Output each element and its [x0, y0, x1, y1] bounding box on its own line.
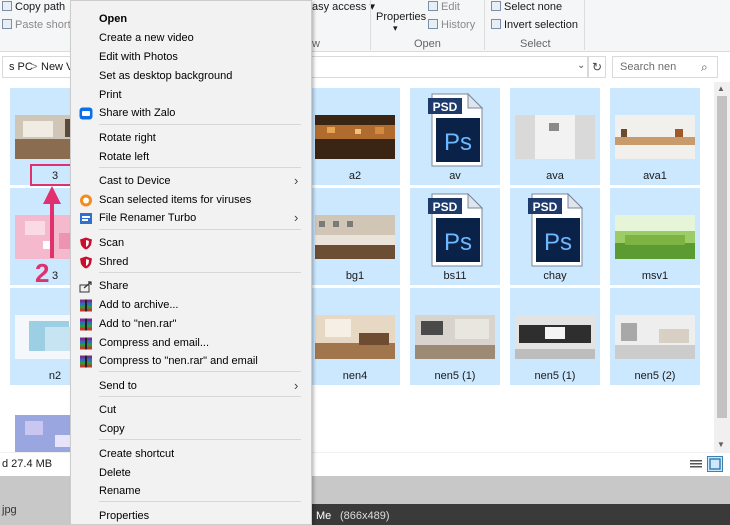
menu-item-open[interactable]: Open: [72, 10, 311, 29]
menu-separator: [99, 439, 301, 440]
menu-item-label: Rotate left: [99, 151, 150, 163]
submenu-chevron-icon: ›: [294, 173, 299, 188]
menu-item-rotate-right[interactable]: Rotate right: [72, 129, 311, 148]
menu-item-label: Open: [99, 13, 128, 25]
menu-item-label: Compress and email...: [99, 337, 210, 349]
menu-separator: [99, 371, 301, 372]
menu-item-create-a-new-video[interactable]: Create a new video: [72, 29, 311, 48]
menu-item-share-with-zalo[interactable]: Share with Zalo: [72, 104, 311, 123]
menu-item-label: Cast to Device: [99, 175, 171, 187]
winrar-icon: [80, 355, 92, 368]
menu-item-share[interactable]: Share: [72, 277, 311, 296]
menu-item-rotate-left[interactable]: Rotate left: [72, 148, 311, 167]
menu-item-label: Add to archive...: [99, 299, 179, 311]
menu-item-label: Properties: [99, 510, 150, 522]
menu-item-label: Scan selected items for viruses: [99, 194, 252, 206]
menu-separator: [99, 501, 301, 502]
shield-icon: [80, 256, 92, 269]
menu-item-label: Rename: [99, 485, 141, 497]
menu-item-label: Share with Zalo: [99, 107, 176, 119]
menu-separator: [99, 272, 301, 273]
menu-separator: [99, 396, 301, 397]
menu-item-edit-with-photos[interactable]: Edit with Photos: [72, 48, 311, 67]
menu-item-properties[interactable]: Properties: [72, 507, 311, 525]
menu-item-delete[interactable]: Delete: [72, 464, 311, 483]
menu-item-label: Create shortcut: [99, 448, 175, 460]
menu-item-label: Delete: [99, 467, 131, 479]
menu-item-cast-to-device[interactable]: Cast to Device ›: [72, 172, 311, 191]
menu-item-label: Share: [99, 280, 129, 292]
antivirus-icon: [80, 194, 92, 207]
menu-item-label: Rotate right: [99, 132, 156, 144]
menu-item-rename[interactable]: Rename: [72, 482, 311, 501]
menu-item-label: Create a new video: [99, 32, 194, 44]
menu-item-label: Send to: [99, 380, 137, 392]
menu-item-create-shortcut[interactable]: Create shortcut: [72, 445, 311, 464]
menu-item-cut[interactable]: Cut: [72, 401, 311, 420]
menu-item-shred[interactable]: Shred: [72, 253, 311, 272]
shield-icon: [80, 237, 92, 250]
annotation-arrowhead-2: [43, 186, 61, 204]
submenu-chevron-icon: ›: [294, 210, 299, 225]
menu-item-label: Print: [99, 89, 122, 101]
menu-item-scan[interactable]: Scan: [72, 234, 311, 253]
winrar-icon: [80, 318, 92, 331]
menu-item-compress-to-nen-rar-and-email[interactable]: Compress to "nen.rar" and email: [72, 352, 311, 371]
menu-item-compress-and-email[interactable]: Compress and email...: [72, 334, 311, 353]
menu-item-send-to[interactable]: Send to ›: [72, 377, 311, 396]
submenu-chevron-icon: ›: [294, 378, 299, 393]
winrar-icon: [80, 337, 92, 350]
menu-item-label: Set as desktop background: [99, 70, 233, 82]
menu-separator: [99, 167, 301, 168]
menu-item-label: Copy: [99, 423, 125, 435]
menu-item-label: Add to "nen.rar": [99, 318, 177, 330]
annotation-step-2: 2: [35, 258, 50, 288]
menu-separator: [99, 124, 301, 125]
menu-item-add-to-archive[interactable]: Add to archive...: [72, 296, 311, 315]
zalo-icon: [79, 107, 93, 120]
menu-item-label: Edit with Photos: [99, 51, 178, 63]
menu-item-label: Scan: [99, 237, 125, 249]
renamer-icon: [80, 213, 92, 224]
menu-item-label: Cut: [99, 404, 117, 416]
share-icon: [79, 281, 92, 293]
menu-item-file-renamer-turbo[interactable]: File Renamer Turbo ›: [72, 209, 311, 228]
menu-item-add-to-nen-rar[interactable]: Add to "nen.rar": [72, 315, 311, 334]
menu-item-set-as-desktop-background[interactable]: Set as desktop background: [72, 67, 311, 86]
winrar-icon: [80, 299, 92, 312]
menu-item-label: Shred: [99, 256, 129, 268]
menu-item-print[interactable]: Print: [72, 86, 311, 105]
menu-item-label: Compress to "nen.rar" and email: [99, 355, 258, 367]
menu-item-copy[interactable]: Copy: [72, 420, 311, 439]
menu-separator: [99, 229, 301, 230]
menu-item-scan-selected-items-for-viruses[interactable]: Scan selected items for viruses: [72, 191, 311, 210]
menu-item-label: File Renamer Turbo: [99, 212, 197, 224]
context-menu: Open Create a new video Edit with Photos Se…: [70, 0, 312, 525]
